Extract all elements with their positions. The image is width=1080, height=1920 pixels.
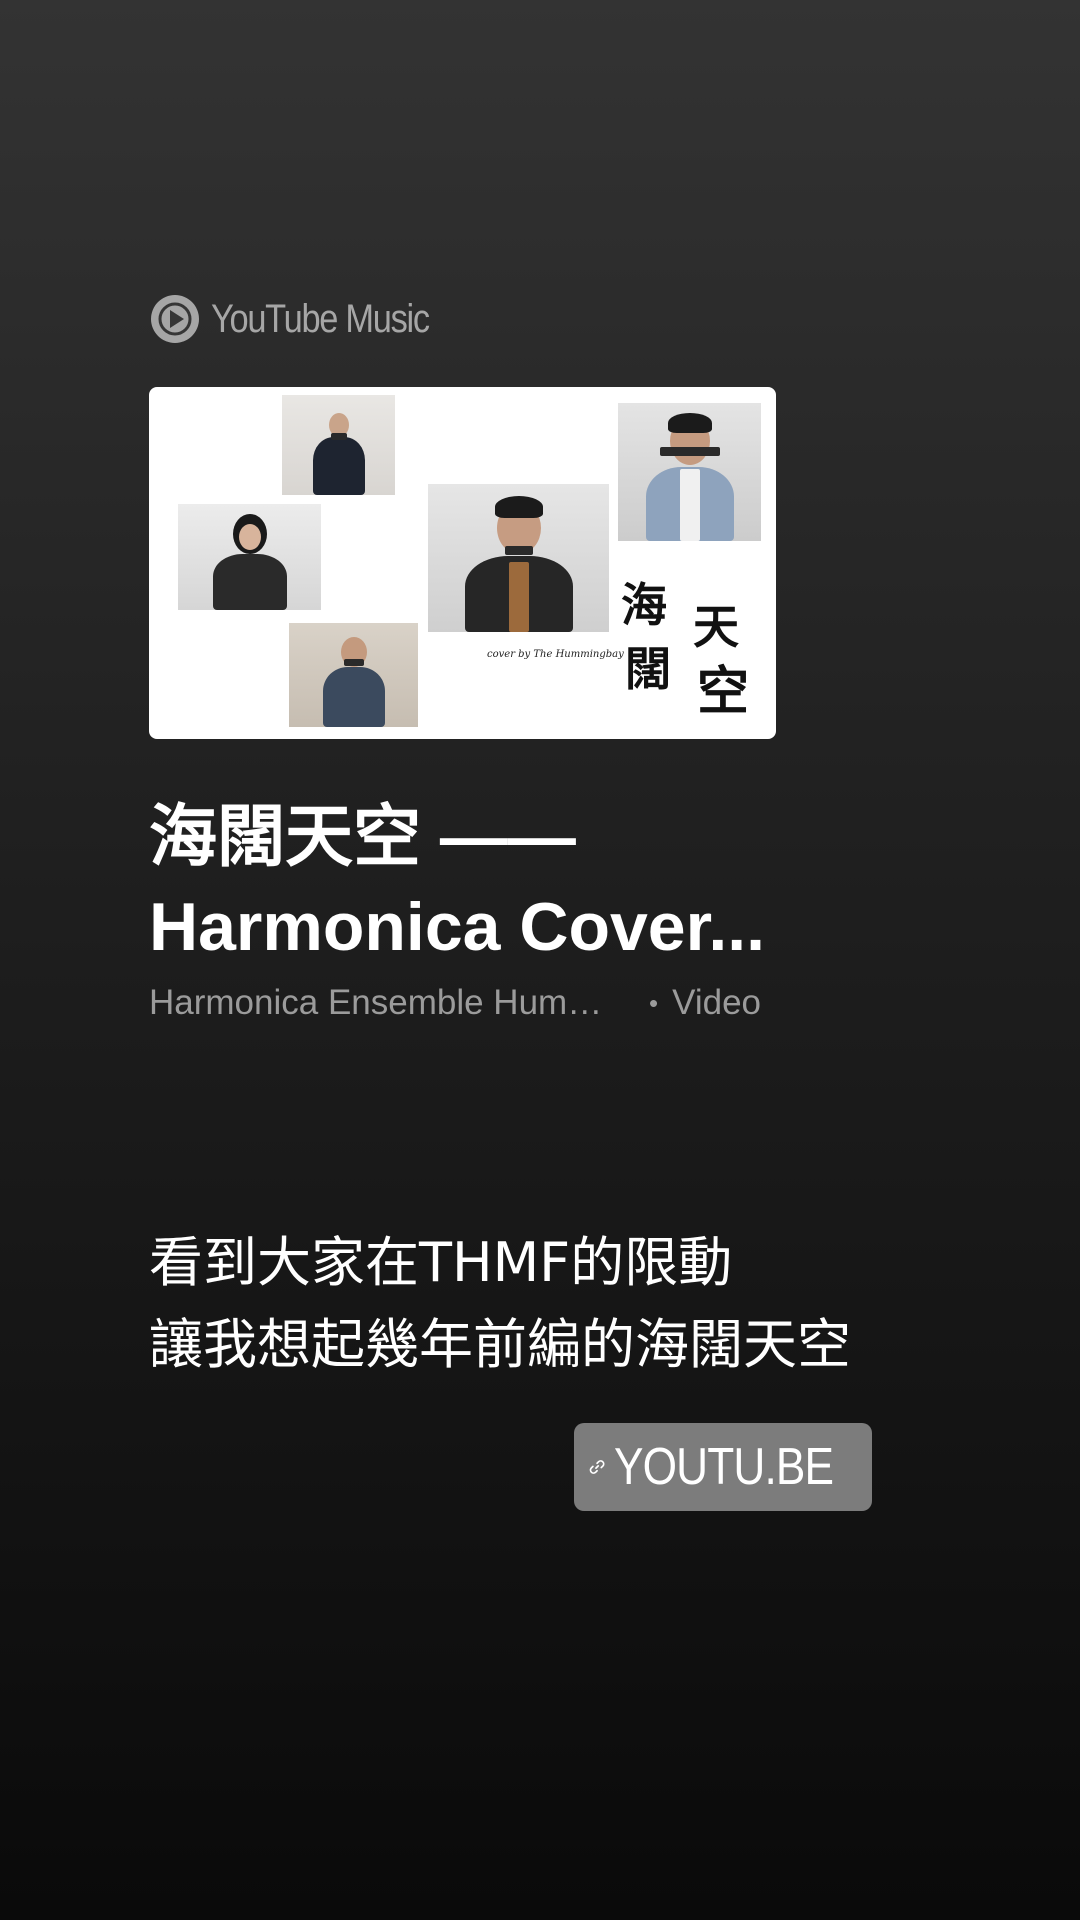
- thumbnail-photo-2: [178, 504, 321, 610]
- link-icon: [589, 1460, 605, 1474]
- link-sticker-label: YOUTU.BE: [614, 1438, 834, 1496]
- video-title[interactable]: 海闊天空 —— Harmonica Cover...: [149, 792, 789, 972]
- thumbnail-calligraphy-1: 海: [621, 578, 667, 632]
- thumbnail-calligraphy-2: 闊: [625, 642, 671, 696]
- meta-separator: •: [649, 987, 659, 1018]
- youtube-music-play-icon: [151, 295, 199, 343]
- thumbnail-photo-4: [428, 484, 609, 632]
- video-title-line-2: Harmonica Cover...: [149, 889, 766, 965]
- thumbnail-cover-credit: cover by The Hummingbay: [487, 649, 624, 660]
- caption-line-2: 讓我想起幾年前編的海闊天空: [149, 1313, 851, 1376]
- video-meta: Harmonica Ensemble Hummingbay • Video: [149, 978, 779, 1028]
- youtube-music-brand: YouTube Music: [149, 293, 464, 345]
- channel-name: Harmonica Ensemble Hummingbay: [149, 983, 609, 1022]
- video-title-line-1: 海闊天空 ——: [149, 799, 576, 875]
- caption-line-1: 看到大家在THMF的限動: [149, 1231, 733, 1294]
- link-sticker-button[interactable]: YOUTU.BE: [574, 1423, 872, 1511]
- story-caption: 看到大家在THMF的限動 讓我想起幾年前編的海闊天空: [149, 1222, 851, 1386]
- video-thumbnail[interactable]: 海 闊 天 空 cover by The Hummingbay: [149, 387, 776, 739]
- thumbnail-photo-3: [289, 623, 418, 727]
- thumbnail-photo-1: [282, 395, 395, 495]
- thumbnail-calligraphy-3: 天: [693, 600, 739, 654]
- media-type: Video: [672, 983, 761, 1022]
- thumbnail-calligraphy-4: 空: [697, 661, 750, 722]
- thumbnail-photo-5: [618, 403, 761, 541]
- brand-label: YouTube Music: [211, 296, 430, 341]
